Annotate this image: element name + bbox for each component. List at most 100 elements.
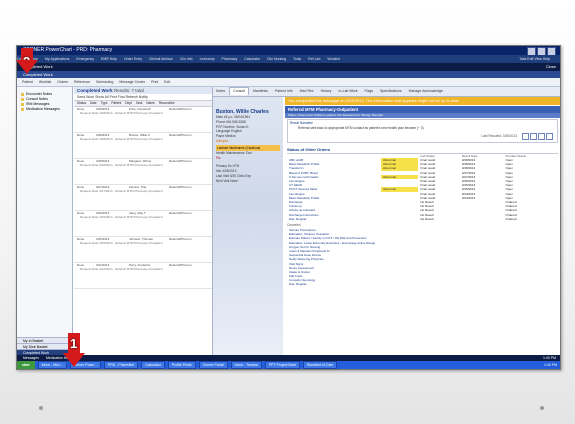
order-name[interactable]: Diet, Regular	[287, 217, 381, 221]
taskbar-button[interactable]: Cerner Portal	[198, 361, 228, 369]
favorite-link[interactable]: Clinical Advisor	[149, 57, 173, 61]
favorite-link[interactable]: Pharmacy	[222, 57, 238, 61]
slide-bullet-dot	[39, 406, 43, 410]
health-maintenance[interactable]: Health Maintenance: Due	[216, 151, 283, 156]
other-orders-title: Status of Other Orders	[287, 147, 558, 154]
order-line: Request Date 3/28/2013 - Referral MTM Ph…	[80, 163, 163, 167]
taskbar-clock: 1:40 PM	[543, 363, 557, 367]
tab-in-lab-work[interactable]: In-Lab Work	[336, 87, 361, 96]
favorite-link[interactable]: Calculator	[244, 57, 260, 61]
column-header[interactable]: Name	[146, 101, 155, 106]
tab-history[interactable]: History	[318, 87, 335, 96]
list-item[interactable]: Done 3/28/2013 Buxton, Willie C Referral/Ph…	[74, 133, 212, 159]
tab-specifications[interactable]: Specifications	[377, 87, 405, 96]
column-header[interactable]: Status	[77, 101, 86, 106]
main-toolbar: Patient Worklist Orders Reference Schedu…	[17, 78, 560, 87]
folder-item[interactable]: Medication Messages	[21, 107, 72, 111]
favorite-link[interactable]: Worklist	[327, 57, 339, 61]
tab-notes[interactable]: Notes	[213, 87, 228, 96]
list-subtoolbar[interactable]: Send Work Show All Print Find Refresh No…	[74, 94, 212, 101]
attach-icon[interactable]	[546, 133, 553, 140]
patient-info-line: Next Visit None	[216, 178, 238, 183]
favorites-bar: Cerner Home My Applications Emergency EM…	[17, 55, 560, 63]
patient-strip: Completed Work	[17, 71, 560, 78]
inbasket-folder-pane: Encounter Notes Consult Notes IRM Messag…	[17, 87, 73, 356]
tab-flags[interactable]: Flags	[362, 87, 377, 96]
provider-status: Ordered	[505, 216, 517, 221]
tab-consult[interactable]: Consult	[229, 87, 250, 95]
canceled-list: Seizure Precautions Education, Tobacco Ce…	[285, 228, 560, 287]
message-detail-pane: Notes Consult Manifests Patient Info Med…	[213, 87, 560, 355]
column-header[interactable]: Date	[90, 101, 97, 106]
windows-taskbar: start Inbox - Micr... Cerner Powe... PRD…	[17, 361, 560, 369]
column-header[interactable]: Patient	[111, 101, 121, 106]
favorite-link[interactable]: Tools	[293, 57, 301, 61]
toolbar-button[interactable]: Worklist	[39, 80, 51, 84]
toolbar-button[interactable]: Patient	[22, 80, 33, 84]
column-header[interactable]: Type	[101, 101, 108, 106]
folder-item[interactable]: Encounter Notes	[21, 92, 72, 96]
folder-icon	[21, 97, 24, 101]
detail-tabs: Notes Consult Manifests Patient Info Med…	[213, 87, 560, 97]
tab-manifests[interactable]: Manifests	[250, 87, 271, 96]
toolbar-button[interactable]: Print	[151, 80, 158, 84]
folder-item[interactable]: IRM Messages	[21, 102, 72, 106]
column-header[interactable]: Dept	[125, 101, 132, 106]
abnormal-flag	[381, 217, 418, 221]
favorite-link[interactable]: Lexicomp	[200, 57, 215, 61]
taskbar-button[interactable]: Profile Prints	[167, 361, 196, 369]
tab-manage-acknowledge[interactable]: Manage Acknowledge	[406, 87, 446, 96]
tab-med-rec[interactable]: Med Rec	[297, 87, 317, 96]
completed-banner: You completed this message on 3/28/2013.…	[285, 97, 560, 105]
arrow-head	[63, 353, 85, 367]
toolbar-button[interactable]: Message Center	[119, 80, 145, 84]
folder-label: Consult Notes	[26, 97, 48, 101]
list-item[interactable]: Done 3/22/2013 Perry, Frederick Referral/Ph…	[74, 263, 212, 289]
completed-work-list: Completed Work Results: 7 total Send Wor…	[74, 87, 213, 355]
folder-item[interactable]: Consult Notes	[21, 97, 72, 101]
list-item[interactable]: Done 3/26/2013 Vang, May T Referral/Pharm 1…	[74, 211, 212, 237]
start-button[interactable]: start	[17, 361, 35, 369]
list-item[interactable]: Done 3/27/2013 Ferrara, Tina Referral/Pharm…	[74, 185, 212, 211]
favorite-link[interactable]: Emergency	[76, 57, 94, 61]
taskbar-button[interactable]: PRD - PharmNet	[103, 361, 139, 369]
share-icon[interactable]	[538, 133, 545, 140]
favorite-link[interactable]: My Applications	[45, 57, 69, 61]
referral-title: Referral MTM Pharmacy-Outpatient	[285, 106, 560, 113]
list-item[interactable]: Done 3/28/2013 Price, Pamela B Referral/Pha…	[74, 107, 212, 133]
window-titlebar: CERNER PowerChart - PRD: Pharmacy	[17, 46, 560, 56]
tab-patient-info[interactable]: Patient Info	[272, 87, 296, 96]
favorite-link[interactable]: Clin Nursing	[267, 57, 286, 61]
arrow-head	[16, 60, 38, 74]
taskbar-button[interactable]: Inbox - Tamara	[230, 361, 262, 369]
column-header[interactable]: Task	[136, 101, 143, 106]
callout-number: 1	[70, 336, 78, 351]
list-item[interactable]: Done 3/25/2013 Johnson, Thomas Referral/Pha…	[74, 237, 212, 263]
taskbar-button[interactable]: Standard of Care	[302, 361, 338, 369]
menu-right[interactable]: Task Edit View Help	[519, 55, 550, 63]
toolbar-button[interactable]: Exit	[164, 80, 170, 84]
toolbar-button[interactable]: Orders	[57, 80, 68, 84]
favorite-link[interactable]: Ref Lab	[308, 57, 320, 61]
canceled-order[interactable]: Diet, Regular	[289, 282, 560, 286]
favorite-link[interactable]: EMR Help	[101, 57, 117, 61]
window-title: CERNER PowerChart - PRD: Pharmacy	[23, 47, 113, 53]
print-icon[interactable]	[522, 133, 529, 140]
toolbar-button[interactable]: Reference	[74, 80, 90, 84]
application-screenshot: CERNER PowerChart - PRD: Pharmacy Cerner…	[16, 45, 561, 370]
favorite-link[interactable]: Order Entry	[124, 57, 142, 61]
table-row[interactable]: Diet, Regular No Result Ordered	[287, 217, 558, 221]
favorite-link[interactable]: Clin Info	[180, 57, 193, 61]
taskbar-button[interactable]: Calculator	[141, 361, 165, 369]
copy-icon[interactable]	[530, 133, 537, 140]
taskbar-button[interactable]: PPT Project Beat	[264, 361, 300, 369]
list-item[interactable]: Done 3/28/2013 Margaret, Wilma Referral/Pha…	[74, 159, 212, 185]
status-left: Messages	[23, 356, 39, 360]
folder-icon	[21, 92, 24, 96]
order-line: Request Date 3/28/2013 - Referral MTM Ph…	[80, 137, 163, 141]
toolbar-button[interactable]: Scheduling	[96, 80, 113, 84]
allergies-label[interactable]: Allergies	[216, 139, 283, 144]
column-header[interactable]: Reconciled	[159, 101, 175, 106]
activity-close-button[interactable]: Close	[546, 63, 556, 71]
result-date	[460, 217, 504, 221]
